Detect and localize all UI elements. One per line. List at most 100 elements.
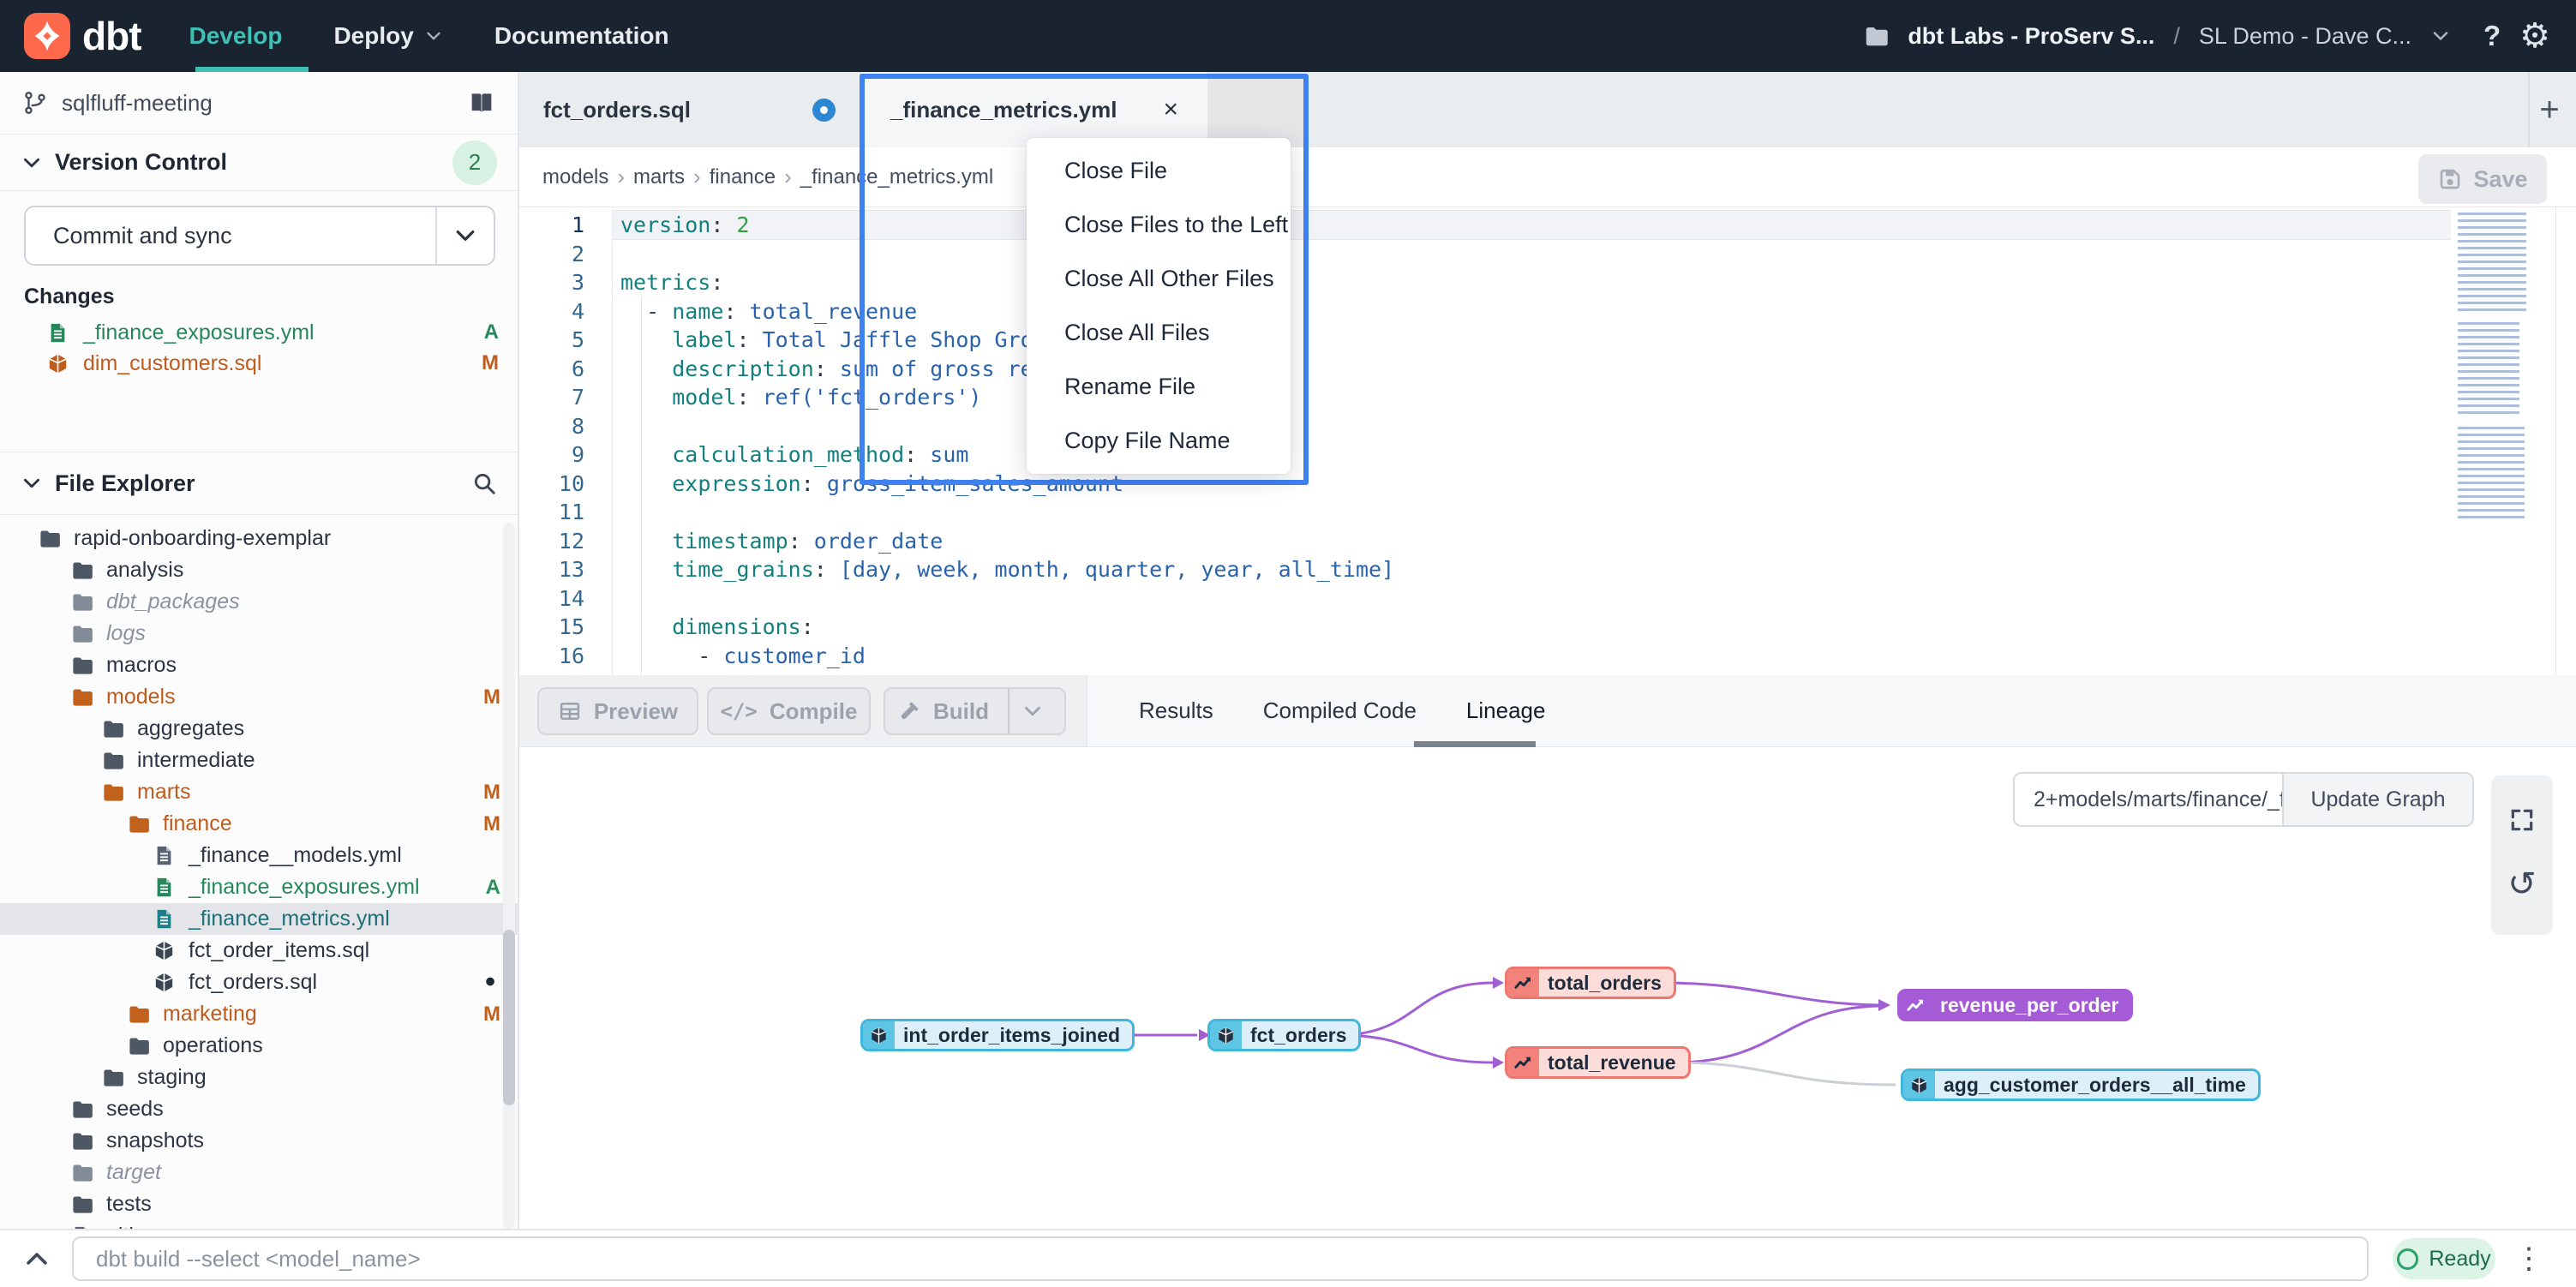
- environment-selector[interactable]: SL Demo - Dave C...: [2199, 23, 2411, 50]
- lineage-node-total-orders[interactable]: total_orders: [1505, 967, 1676, 999]
- settings-gear-button[interactable]: ⚙: [2519, 16, 2550, 56]
- lineage-node-agg-customer-orders-all-time[interactable]: agg_customer_orders__all_time: [1901, 1069, 2261, 1101]
- tree-item-seeds[interactable]: seeds: [0, 1093, 518, 1125]
- tree-item-fct-order-items-sql[interactable]: fct_order_items.sql: [0, 935, 518, 967]
- chevron-up-icon[interactable]: [22, 1244, 51, 1273]
- code-editor[interactable]: 1version: 2 2 3metrics: 4 - name: total_…: [519, 207, 2576, 675]
- lineage-node-total-revenue[interactable]: total_revenue: [1505, 1046, 1691, 1079]
- menu-item-close-files-left[interactable]: Close Files to the Left: [1027, 200, 1291, 251]
- code-line: 6 description: sum of gross revenue: [519, 355, 2576, 384]
- tree-item-finance-metrics-yml[interactable]: _finance_metrics.yml: [0, 903, 518, 935]
- menu-item-close-all-other[interactable]: Close All Other Files: [1027, 254, 1291, 305]
- build-options-dropdown[interactable]: [1008, 689, 1056, 733]
- nav-item-documentation[interactable]: Documentation: [494, 0, 669, 72]
- changed-file-row[interactable]: _finance_exposures.yml A: [0, 317, 518, 348]
- close-icon[interactable]: ×: [1163, 95, 1178, 124]
- tree-item-marts[interactable]: martsM: [0, 776, 518, 808]
- changed-file-row[interactable]: dim_customers.sql M: [0, 348, 518, 379]
- tree-item-staging[interactable]: staging: [0, 1062, 518, 1093]
- tab-lineage[interactable]: Lineage: [1466, 697, 1546, 724]
- code-line: 9 calculation_method: sum: [519, 440, 2576, 470]
- chevron-right-icon: ›: [693, 164, 701, 190]
- preview-grid-icon: [558, 699, 582, 723]
- bottom-panel: Preview </> Compile Build Results Compil…: [519, 675, 2576, 1229]
- save-button[interactable]: Save: [2418, 154, 2547, 204]
- tree-item-snapshots[interactable]: snapshots: [0, 1125, 518, 1157]
- lineage-graph: int_order_items_joined fct_orders total_…: [519, 747, 2576, 1229]
- tree-item-dbt-packages[interactable]: dbt_packages: [0, 586, 518, 618]
- docs-book-icon[interactable]: [468, 89, 495, 117]
- lineage-filter-input[interactable]: [2013, 772, 2284, 827]
- tab-fct-orders-sql[interactable]: fct_orders.sql: [519, 72, 861, 147]
- kebab-menu-icon[interactable]: ⋮: [2514, 1242, 2543, 1276]
- update-graph-button[interactable]: Update Graph: [2282, 772, 2474, 827]
- model-cube-icon: [863, 1021, 895, 1049]
- editor-tab-bar: fct_orders.sql _finance_metrics.yml × +: [519, 72, 2576, 147]
- menu-item-copy-file-name[interactable]: Copy File Name: [1027, 415, 1291, 466]
- folder-icon: [101, 1066, 124, 1089]
- code-line: 8: [519, 412, 2576, 441]
- commit-options-dropdown[interactable]: [435, 207, 494, 264]
- tree-item-marketing[interactable]: marketingM: [0, 998, 518, 1030]
- tree-item-finance-exposures-yml[interactable]: _finance_exposures.ymlA: [0, 871, 518, 903]
- version-control-header[interactable]: Version Control 2: [0, 135, 518, 191]
- tab-finance-metrics-yml[interactable]: _finance_metrics.yml ×: [861, 72, 1207, 147]
- tree-item-macros[interactable]: macros: [0, 649, 518, 681]
- breadcrumb-item[interactable]: finance: [710, 165, 776, 189]
- tab-compiled-code[interactable]: Compiled Code: [1263, 697, 1417, 724]
- code-minimap[interactable]: [2458, 213, 2537, 528]
- chevron-down-icon: [424, 27, 443, 45]
- nav-item-develop[interactable]: Develop: [189, 0, 283, 72]
- build-button[interactable]: Build: [884, 687, 1066, 735]
- tree-scrollbar-thumb[interactable]: [503, 930, 515, 1105]
- menu-item-rename-file[interactable]: Rename File: [1027, 361, 1291, 412]
- unsaved-dot-icon: [812, 99, 836, 122]
- yml-file-icon: [153, 844, 176, 867]
- tree-item-gitignore[interactable]: gitignore: [0, 1220, 518, 1229]
- tree-item-finance[interactable]: financeM: [0, 808, 518, 840]
- dbt-logo[interactable]: dbt: [24, 13, 141, 59]
- breadcrumb-item[interactable]: marts: [633, 165, 685, 189]
- lineage-node-revenue-per-order[interactable]: revenue_per_order: [1897, 989, 2133, 1021]
- yml-file-icon: [46, 321, 69, 344]
- project-selector[interactable]: dbt Labs - ProServ S...: [1908, 23, 2154, 50]
- breadcrumb-item[interactable]: _finance_metrics.yml: [800, 165, 993, 189]
- tree-item-tests[interactable]: tests: [0, 1188, 518, 1220]
- chevron-down-icon[interactable]: [2430, 26, 2451, 46]
- new-tab-button[interactable]: +: [2528, 72, 2569, 147]
- chevron-down-icon: [21, 152, 43, 174]
- lineage-node-fct-orders[interactable]: fct_orders: [1207, 1019, 1361, 1051]
- menu-item-close-all[interactable]: Close All Files: [1027, 307, 1291, 358]
- folder-icon: [101, 749, 124, 772]
- tree-item-aggregates[interactable]: aggregates: [0, 713, 518, 745]
- compile-button[interactable]: </> Compile: [707, 687, 871, 735]
- tree-item-models[interactable]: modelsM: [0, 681, 518, 713]
- fullscreen-icon[interactable]: [2508, 806, 2536, 834]
- lineage-node-int-order-items-joined[interactable]: int_order_items_joined: [860, 1019, 1135, 1051]
- tree-item-project-root[interactable]: rapid-onboarding-exemplar: [0, 523, 518, 554]
- breadcrumb-item[interactable]: models: [542, 165, 608, 189]
- chevron-right-icon: ›: [617, 164, 625, 190]
- code-line: 10 expression: gross_item_sales_amount: [519, 470, 2576, 499]
- command-bar: Ready ⋮: [0, 1229, 2576, 1287]
- dbt-logo-text: dbt: [82, 13, 141, 59]
- nav-item-deploy[interactable]: Deploy: [333, 0, 442, 72]
- commit-and-sync-button[interactable]: Commit and sync: [24, 206, 495, 266]
- tree-item-target[interactable]: target: [0, 1157, 518, 1188]
- editor-pane: fct_orders.sql _finance_metrics.yml × + …: [519, 72, 2576, 675]
- tree-item-analysis[interactable]: analysis: [0, 554, 518, 586]
- tree-item-fct-orders-sql[interactable]: fct_orders.sql•: [0, 967, 518, 998]
- search-icon[interactable]: [471, 470, 497, 496]
- help-button[interactable]: ?: [2483, 20, 2501, 52]
- tree-item-operations[interactable]: operations: [0, 1030, 518, 1062]
- reset-view-icon[interactable]: ↺: [2507, 865, 2537, 904]
- tab-results[interactable]: Results: [1139, 697, 1213, 724]
- tree-item-intermediate[interactable]: intermediate: [0, 745, 518, 776]
- preview-button[interactable]: Preview: [537, 687, 698, 735]
- tree-item-finance-models-yml[interactable]: _finance__models.yml: [0, 840, 518, 871]
- file-explorer-header[interactable]: File Explorer: [0, 452, 518, 515]
- dbt-command-input[interactable]: [72, 1236, 2369, 1281]
- model-cube-icon: [1210, 1021, 1242, 1049]
- tree-item-logs[interactable]: logs: [0, 618, 518, 649]
- menu-item-close-file[interactable]: Close File: [1027, 146, 1291, 197]
